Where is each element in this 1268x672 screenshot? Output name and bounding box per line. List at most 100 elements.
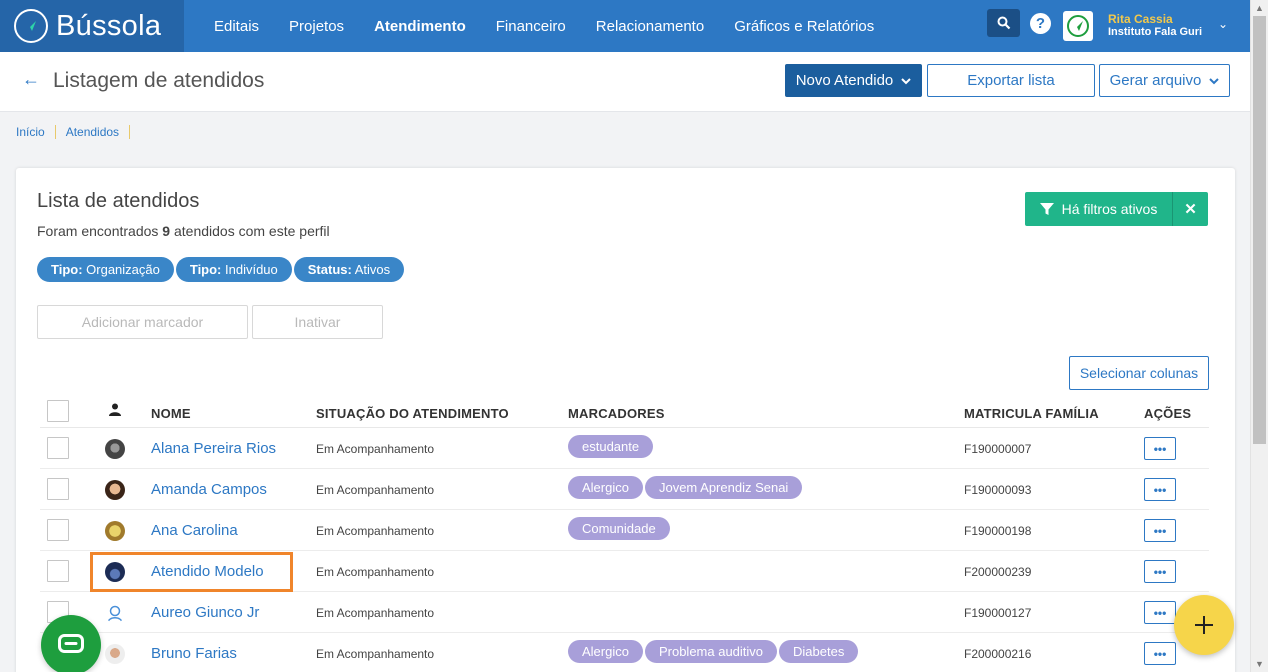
close-icon: ✕: [1184, 201, 1197, 218]
filter-tag[interactable]: Tipo: Indivíduo: [175, 257, 292, 282]
attendee-name-link[interactable]: Bruno Farias: [151, 645, 237, 662]
nav-item-financeiro[interactable]: Financeiro: [481, 18, 581, 35]
attendee-name-link[interactable]: Alana Pereira Rios: [151, 440, 276, 457]
subtitle-prefix: Foram encontrados: [37, 223, 163, 239]
markers: Alergico Jovem Aprendiz Senai: [568, 476, 803, 499]
user-name[interactable]: Rita Cassia: [1108, 12, 1173, 26]
row-checkbox[interactable]: [47, 560, 69, 582]
chat-button[interactable]: [41, 615, 101, 672]
row-actions-button[interactable]: •••: [1144, 437, 1176, 460]
family-registration: F190000007: [964, 442, 1032, 456]
search-button[interactable]: [987, 9, 1020, 37]
avatar: [105, 439, 125, 459]
add-floating-button[interactable]: [1174, 595, 1234, 655]
app-logo[interactable]: Bússola: [0, 0, 184, 52]
scroll-down-icon[interactable]: ▼: [1255, 659, 1264, 669]
generate-file-label: Gerar arquivo: [1109, 72, 1202, 89]
new-attendee-button[interactable]: Novo Atendido: [785, 64, 922, 97]
page-title: Listagem de atendidos: [53, 69, 265, 92]
filter-tag[interactable]: Tipo: Organização: [37, 257, 174, 282]
row-checkbox[interactable]: [47, 437, 69, 459]
filter-icon: [1039, 203, 1054, 215]
nav-item-graficos[interactable]: Gráficos e Relatórios: [719, 18, 889, 35]
marker-tag: Problema auditivo: [644, 640, 778, 663]
attendance-status: Em Acompanhamento: [316, 524, 435, 538]
markers: estudante: [568, 435, 654, 458]
markers: Alergico Problema auditivo Diabetes: [568, 640, 859, 663]
main-nav: Editais Projetos Atendimento Financeiro …: [199, 0, 889, 52]
marker-tag: Alergico: [568, 640, 643, 663]
active-filters-label: Há filtros ativos: [1061, 201, 1158, 217]
breadcrumb-separator: [54, 125, 56, 139]
highlight-box: [90, 552, 293, 592]
avatar: [105, 480, 125, 500]
chevron-down-icon[interactable]: ⌄: [1218, 17, 1228, 31]
export-list-label: Exportar lista: [967, 72, 1055, 89]
row-actions-button[interactable]: •••: [1144, 478, 1176, 501]
page-scrollbar[interactable]: ▲ ▼: [1250, 0, 1268, 672]
row-actions-button[interactable]: •••: [1144, 601, 1176, 624]
column-header-marcadores[interactable]: MARCADORES: [568, 406, 665, 421]
breadcrumb-inicio[interactable]: Início: [16, 125, 45, 139]
chevron-down-icon: [901, 77, 911, 84]
scroll-up-icon[interactable]: ▲: [1255, 3, 1264, 13]
attendees-card: Lista de atendidos Foram encontrados 9 a…: [16, 168, 1235, 672]
table-row: Aureo Giunco Jr Em Acompanhamento F19000…: [40, 592, 1209, 633]
marker-tag: Jovem Aprendiz Senai: [644, 476, 803, 499]
family-registration: F200000239: [964, 565, 1032, 579]
list-subtitle: Foram encontrados 9 atendidos com este p…: [37, 223, 330, 239]
breadcrumb-atendidos[interactable]: Atendidos: [66, 125, 119, 139]
deactivate-button[interactable]: Inativar: [252, 305, 383, 339]
row-checkbox[interactable]: [47, 519, 69, 541]
export-list-button[interactable]: Exportar lista: [927, 64, 1095, 97]
attendance-status: Em Acompanhamento: [316, 483, 435, 497]
marker-tag: estudante: [568, 435, 654, 458]
row-actions-button[interactable]: •••: [1144, 519, 1176, 542]
family-registration: F190000198: [964, 524, 1032, 538]
table-row: Bruno Farias Em Acompanhamento Alergico …: [40, 633, 1209, 672]
attendee-name-link[interactable]: Aureo Giunco Jr: [151, 604, 259, 621]
family-registration: F190000127: [964, 606, 1032, 620]
clear-filters-button[interactable]: ✕: [1172, 192, 1208, 226]
back-arrow-icon[interactable]: ←: [22, 69, 40, 90]
column-header-nome[interactable]: NOME: [151, 406, 191, 421]
attendance-status: Em Acompanhamento: [316, 565, 435, 579]
logo-text: Bússola: [56, 9, 162, 42]
markers: Comunidade: [568, 517, 670, 540]
family-registration: F190000093: [964, 483, 1032, 497]
nav-item-projetos[interactable]: Projetos: [274, 18, 359, 35]
avatar: [105, 521, 125, 541]
column-header-situacao[interactable]: SITUAÇÃO DO ATENDIMENTO: [316, 406, 509, 421]
user-organization[interactable]: Instituto Fala Guri: [1108, 26, 1202, 38]
select-all-checkbox[interactable]: [47, 400, 69, 422]
scroll-thumb[interactable]: [1253, 16, 1266, 444]
page-header: ← Listagem de atendidos Novo Atendido Ex…: [0, 52, 1250, 112]
row-actions-button[interactable]: •••: [1144, 642, 1176, 665]
breadcrumb: Início Atendidos: [16, 125, 140, 139]
generate-file-button[interactable]: Gerar arquivo: [1099, 64, 1230, 97]
table-row: Amanda Campos Em Acompanhamento Alergico…: [40, 469, 1209, 510]
nav-item-relacionamento[interactable]: Relacionamento: [581, 18, 719, 35]
nav-item-editais[interactable]: Editais: [199, 18, 274, 35]
nav-item-atendimento[interactable]: Atendimento: [359, 18, 481, 35]
select-columns-button[interactable]: Selecionar colunas: [1069, 356, 1209, 390]
row-checkbox[interactable]: [47, 478, 69, 500]
organization-avatar[interactable]: [1063, 11, 1093, 41]
filter-tag[interactable]: Status: Ativos: [293, 257, 405, 282]
attendee-name-link[interactable]: Amanda Campos: [151, 481, 267, 498]
compass-icon: [14, 9, 48, 43]
attendees-table: NOME SITUAÇÃO DO ATENDIMENTO MARCADORES …: [40, 395, 1209, 672]
table-row: Ana Carolina Em Acompanhamento Comunidad…: [40, 510, 1209, 551]
marker-tag: Comunidade: [568, 517, 670, 540]
active-filters-button[interactable]: Há filtros ativos: [1025, 192, 1172, 226]
avatar: [105, 603, 125, 623]
top-navbar: Bússola Editais Projetos Atendimento Fin…: [0, 0, 1250, 52]
table-row: Alana Pereira Rios Em Acompanhamento est…: [40, 428, 1209, 469]
list-title: Lista de atendidos: [37, 190, 200, 212]
row-actions-button[interactable]: •••: [1144, 560, 1176, 583]
result-count: 9: [162, 223, 171, 239]
add-marker-button[interactable]: Adicionar marcador: [37, 305, 248, 339]
attendee-name-link[interactable]: Ana Carolina: [151, 522, 238, 539]
column-header-matricula[interactable]: MATRICULA FAMÍLIA: [964, 406, 1099, 421]
help-icon[interactable]: ?: [1030, 13, 1051, 34]
